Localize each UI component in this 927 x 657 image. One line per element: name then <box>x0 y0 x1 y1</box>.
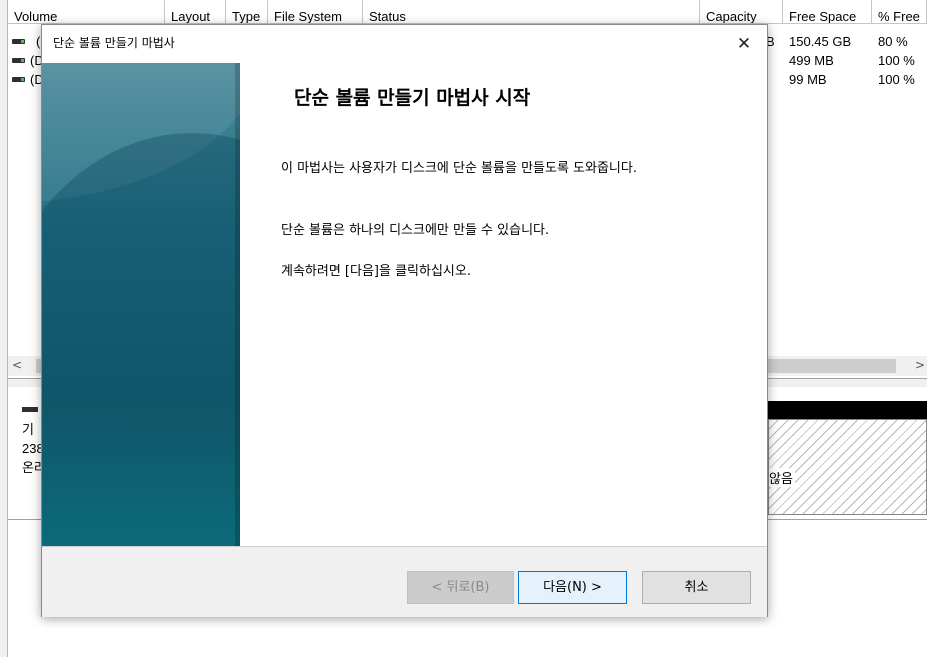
volume-icon <box>12 39 25 44</box>
dialog-title: 단순 볼륨 만들기 마법사 <box>53 36 175 50</box>
left-pane-edge <box>0 0 8 657</box>
dialog-button-bar: < 뒤로(B) 다음(N) > 취소 <box>42 546 767 617</box>
unallocated-label: 않음 <box>769 468 795 487</box>
dialog-titlebar[interactable]: 단순 볼륨 만들기 마법사 ✕ <box>42 25 767 63</box>
new-simple-volume-wizard: 단순 볼륨 만들기 마법사 ✕ 단순 볼륨 만들기 마법사 시작 이 마법사는 … <box>41 24 768 617</box>
column-header-layout[interactable]: Layout <box>165 0 226 24</box>
cancel-button[interactable]: 취소 <box>642 571 751 604</box>
volume-free-space: 150.45 GB <box>789 34 852 49</box>
wizard-content: 단순 볼륨 만들기 마법사 시작 이 마법사는 사용자가 디스크에 단순 볼륨을… <box>240 63 767 546</box>
unallocated-partition[interactable]: 않음 <box>768 419 927 515</box>
volume-list-header: Volume Layout Type File System Status Ca… <box>8 0 927 24</box>
wizard-banner-image <box>42 63 240 546</box>
column-header-type[interactable]: Type <box>226 0 268 24</box>
column-header-file-system[interactable]: File System <box>268 0 363 24</box>
scroll-right-icon[interactable]: > <box>915 358 925 372</box>
column-header-free-space[interactable]: Free Space <box>783 0 872 24</box>
back-button[interactable]: < 뒤로(B) <box>407 571 514 604</box>
volume-icon <box>12 58 25 63</box>
unallocated-header-bar <box>768 401 927 419</box>
volume-free-space: 499 MB <box>789 53 834 68</box>
wizard-description: 이 마법사는 사용자가 디스크에 단순 볼륨을 만들도록 도와줍니다. <box>281 161 637 176</box>
wizard-note: 단순 볼륨은 하나의 디스크에만 만들 수 있습니다. <box>281 223 550 238</box>
column-header-status[interactable]: Status <box>363 0 700 24</box>
volume-icon <box>12 77 25 82</box>
column-header-capacity[interactable]: Capacity <box>700 0 783 24</box>
volume-name: ( <box>36 34 41 49</box>
disk-icon <box>22 407 38 412</box>
volume-free-space: 99 MB <box>789 72 827 87</box>
volume-percent-free: 80 % <box>878 34 908 49</box>
volume-percent-free: 100 % <box>878 72 915 87</box>
scroll-left-icon[interactable]: < <box>12 358 22 372</box>
volume-percent-free: 100 % <box>878 53 915 68</box>
column-header-percent-free[interactable]: % Free <box>872 0 927 24</box>
close-icon[interactable]: ✕ <box>721 25 767 63</box>
wizard-heading: 단순 볼륨 만들기 마법사 시작 <box>294 87 531 109</box>
wizard-instruction: 계속하려면 [다음]을 클릭하십시오. <box>281 264 471 279</box>
next-button[interactable]: 다음(N) > <box>518 571 627 604</box>
banner-curve <box>42 133 240 546</box>
column-header-volume[interactable]: Volume <box>8 0 165 24</box>
